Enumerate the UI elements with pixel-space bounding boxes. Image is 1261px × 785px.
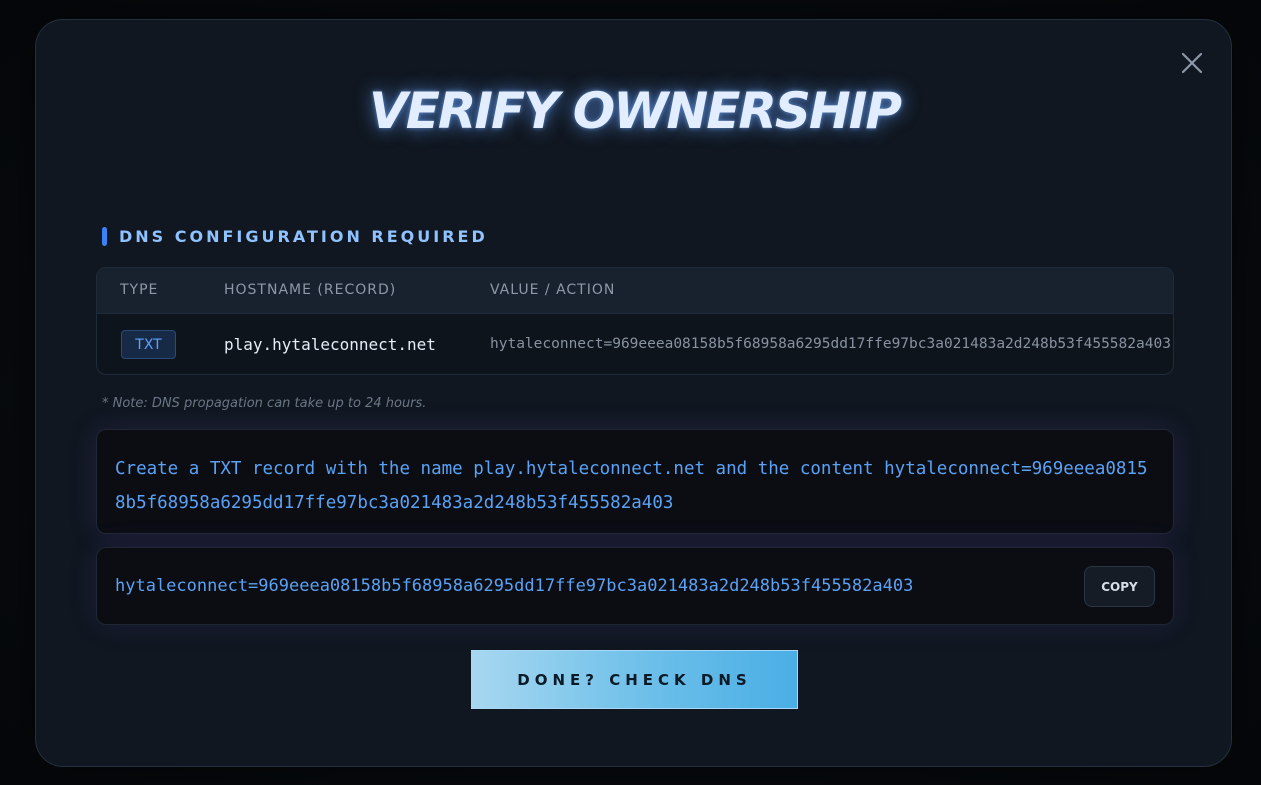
section-header: DNS CONFIGURATION REQUIRED (102, 227, 488, 246)
copy-button[interactable]: COPY (1084, 566, 1155, 607)
propagation-note: * Note: DNS propagation can take up to 2… (102, 396, 427, 411)
table-row: TXT play.hytaleconnect.net hytaleconnect… (97, 314, 1173, 374)
section-accent-bar (102, 227, 107, 246)
copy-value-box: hytaleconnect=969eeea08158b5f68958a6295d… (96, 547, 1174, 625)
check-dns-button[interactable]: DONE? CHECK DNS (471, 650, 798, 709)
record-type-badge: TXT (121, 330, 176, 359)
dns-record-table: TYPE HOSTNAME (RECORD) VALUE / ACTION TX… (96, 267, 1174, 375)
column-header-hostname: HOSTNAME (RECORD) (224, 282, 397, 298)
record-value[interactable]: hytaleconnect=969eeea08158b5f68958a6295d… (490, 336, 1173, 352)
verify-ownership-modal: VERIFY OWNERSHIP DNS CONFIGURATION REQUI… (35, 19, 1232, 767)
close-button[interactable] (1177, 50, 1207, 80)
column-header-type: TYPE (120, 282, 159, 298)
close-icon (1181, 52, 1203, 78)
record-hostname[interactable]: play.hytaleconnect.net (224, 335, 436, 354)
column-header-value: VALUE / ACTION (490, 282, 616, 298)
section-title: DNS CONFIGURATION REQUIRED (119, 227, 488, 246)
modal-title: VERIFY OWNERSHIP (369, 82, 902, 140)
instructions-text: Create a TXT record with the name play.h… (115, 459, 1148, 513)
txt-record-value[interactable]: hytaleconnect=969eeea08158b5f68958a6295d… (115, 576, 913, 596)
table-header-row: TYPE HOSTNAME (RECORD) VALUE / ACTION (97, 268, 1173, 314)
instructions-box: Create a TXT record with the name play.h… (96, 429, 1174, 534)
